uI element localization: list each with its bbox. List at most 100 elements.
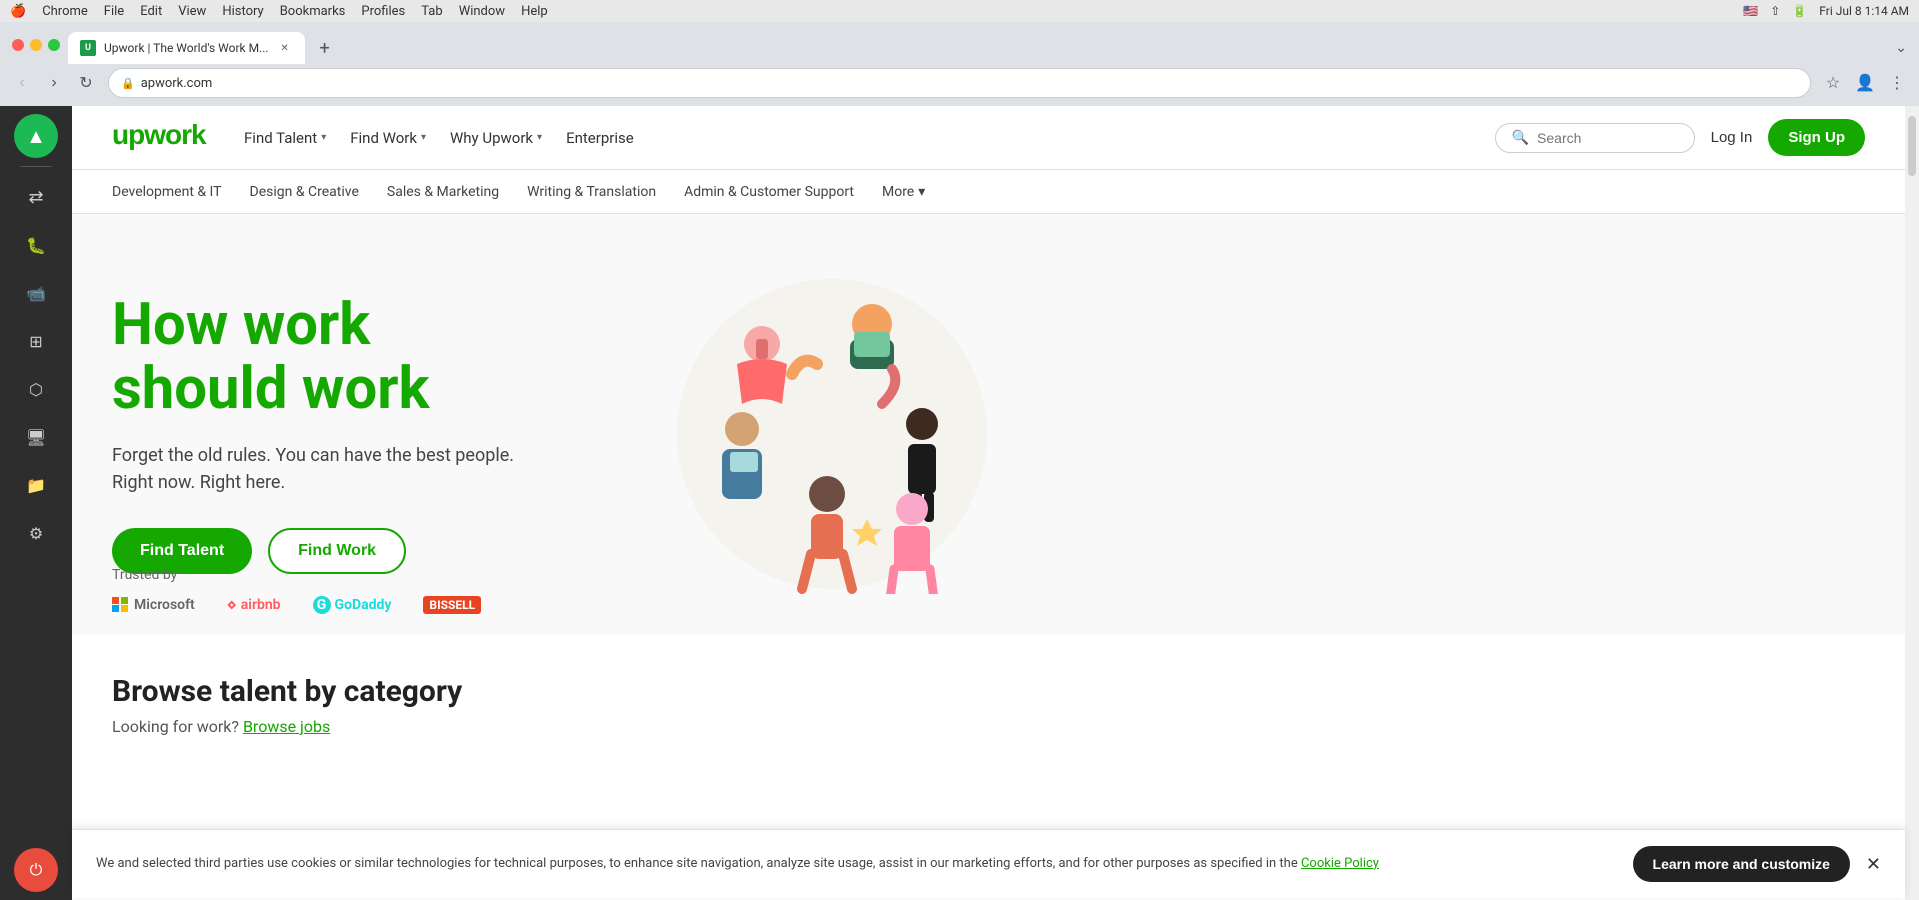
find-talent-nav-link[interactable]: Find Talent ▾ [244,129,326,147]
tab-favicon: U [80,40,96,56]
datetime: Fri Jul 8 1:14 AM [1819,4,1909,18]
chrome-menu[interactable]: Chrome [42,4,88,19]
browse-section: Browse talent by category Looking for wo… [72,634,1905,776]
upwork-logo[interactable]: upwork [112,118,212,157]
microsoft-logo: Microsoft [112,597,195,613]
url-text: apwork.com [141,76,213,91]
hero-svg [672,274,992,594]
profile-button[interactable]: 👤 [1851,69,1879,97]
new-tab-button[interactable]: + [311,34,339,62]
bookmarks-menu[interactable]: Bookmarks [280,4,346,19]
why-upwork-nav-link[interactable]: Why Upwork ▾ [450,129,542,147]
dock-item-folder[interactable]: 📁 [14,463,58,507]
battery-icon: 🔋 [1792,4,1807,18]
tab-close-button[interactable]: ✕ [277,40,293,56]
nav-links: Find Talent ▾ Find Work ▾ Why Upwork ▾ E… [244,129,634,147]
profiles-menu[interactable]: Profiles [361,4,405,19]
apple-menu[interactable]: 🍎 [10,4,26,19]
window-menu[interactable]: Window [459,4,505,19]
website-content: upwork Find Talent ▾ Find Work ▾ Why Upw… [72,106,1905,900]
nav-right: 🔍 Log In Sign Up [1495,119,1865,156]
file-menu[interactable]: File [104,4,124,19]
dock-item-box[interactable]: ⬡ [14,367,58,411]
trusted-logos: Microsoft ⋄ airbnb G GoDaddy BISSELL [112,595,481,614]
browse-jobs-link[interactable]: Browse jobs [243,717,330,736]
trusted-by-section: Trusted by Microsoft ⋄ airbnb [112,567,481,614]
login-button[interactable]: Log In [1711,129,1753,146]
tab-list-button[interactable]: ⌄ [1895,40,1907,56]
scrollbar-thumb[interactable] [1908,116,1916,176]
tab-bar: U Upwork | The World's Work M... ✕ + [68,32,339,64]
cat-design[interactable]: Design & Creative [250,170,359,213]
dock-item-display[interactable]: 🖥 [14,415,58,459]
dock-item-camera[interactable]: 📹 [14,271,58,315]
scrollbar[interactable] [1905,106,1919,900]
tab-menu[interactable]: Tab [421,4,442,19]
minimize-window-button[interactable] [30,39,42,51]
cookie-policy-link[interactable]: Cookie Policy [1301,856,1379,871]
dock-sidebar: ▲ ⇄ 🐛 📹 ⊞ ⬡ 🖥 📁 ⚙ ⏻ [0,106,72,900]
cat-more[interactable]: More ▾ [882,170,925,213]
dock-item-power[interactable]: ⏻ [14,848,58,892]
cat-admin[interactable]: Admin & Customer Support [684,170,854,213]
dock-item-network[interactable]: ⇄ [14,175,58,219]
find-talent-chevron: ▾ [321,132,326,143]
forward-button[interactable]: › [40,69,68,97]
hero-title: How work should work [112,294,672,422]
cat-dev-it[interactable]: Development & IT [112,170,222,213]
enterprise-nav-link[interactable]: Enterprise [566,129,634,147]
search-input[interactable] [1537,130,1678,146]
view-menu[interactable]: View [178,4,206,19]
hero-content: How work should work Forget the old rule… [112,294,672,574]
help-menu[interactable]: Help [521,4,548,19]
cat-sales[interactable]: Sales & Marketing [387,170,499,213]
close-window-button[interactable] [12,39,24,51]
svg-text:upwork: upwork [112,119,207,150]
history-menu[interactable]: History [222,4,263,19]
dock-item-up[interactable]: ▲ [14,114,58,158]
dock-item-settings[interactable]: ⚙ [14,511,58,555]
reload-button[interactable]: ↻ [72,69,100,97]
lock-icon: 🔒 [121,77,135,90]
dock-item-layers[interactable]: ⊞ [14,319,58,363]
cookie-learn-more-button[interactable]: Learn more and customize [1633,846,1850,882]
bookmark-button[interactable]: ☆ [1819,69,1847,97]
nav-buttons: ‹ › ↻ [8,69,100,97]
trusted-label: Trusted by [112,567,481,583]
hero-subtitle: Forget the old rules. You can have the b… [112,442,672,496]
hero-title-line1: How work [112,294,672,358]
browser-chrome: U Upwork | The World's Work M... ✕ + ⌄ [0,22,1919,64]
find-work-chevron: ▾ [421,132,426,143]
browse-subtitle: Looking for work? Browse jobs [112,717,1865,736]
dock-separator [20,166,52,167]
traffic-lights [12,39,60,51]
url-bar[interactable]: 🔒 apwork.com [108,68,1811,98]
mac-menu-bar: 🍎 Chrome File Edit View History Bookmark… [10,4,548,19]
hero-illustration [672,274,1052,594]
upwork-navbar: upwork Find Talent ▾ Find Work ▾ Why Upw… [72,106,1905,170]
signup-button[interactable]: Sign Up [1768,119,1865,156]
cookie-banner: We and selected third parties use cookie… [72,829,1905,898]
cat-writing[interactable]: Writing & Translation [527,170,656,213]
address-bar: ‹ › ↻ 🔒 apwork.com ☆ 👤 ⋮ [0,64,1919,106]
bissell-logo: BISSELL [423,597,481,613]
why-upwork-chevron: ▾ [537,132,542,143]
mac-status-bar: 🇺🇸 ⇧ 🔋 Fri Jul 8 1:14 AM [1743,4,1909,18]
search-icon: 🔍 [1512,130,1529,146]
hero-title-line2: should work [112,358,672,422]
menu-button[interactable]: ⋮ [1883,69,1911,97]
back-button[interactable]: ‹ [8,69,36,97]
microsoft-icon [112,597,128,613]
tab-title: Upwork | The World's Work M... [104,41,269,55]
flag-icon: 🇺🇸 [1743,4,1758,18]
active-tab[interactable]: U Upwork | The World's Work M... ✕ [68,32,305,64]
find-work-nav-link[interactable]: Find Work ▾ [350,129,426,147]
wifi-icon: ⇧ [1770,4,1780,18]
main-layout: ▲ ⇄ 🐛 📹 ⊞ ⬡ 🖥 📁 ⚙ ⏻ upwork Find Talent ▾ [0,106,1919,900]
cookie-close-button[interactable]: ✕ [1866,854,1881,875]
hero-section: How work should work Forget the old rule… [72,214,1905,634]
maximize-window-button[interactable] [48,39,60,51]
search-bar[interactable]: 🔍 [1495,123,1695,153]
edit-menu[interactable]: Edit [140,4,162,19]
dock-item-bug[interactable]: 🐛 [14,223,58,267]
